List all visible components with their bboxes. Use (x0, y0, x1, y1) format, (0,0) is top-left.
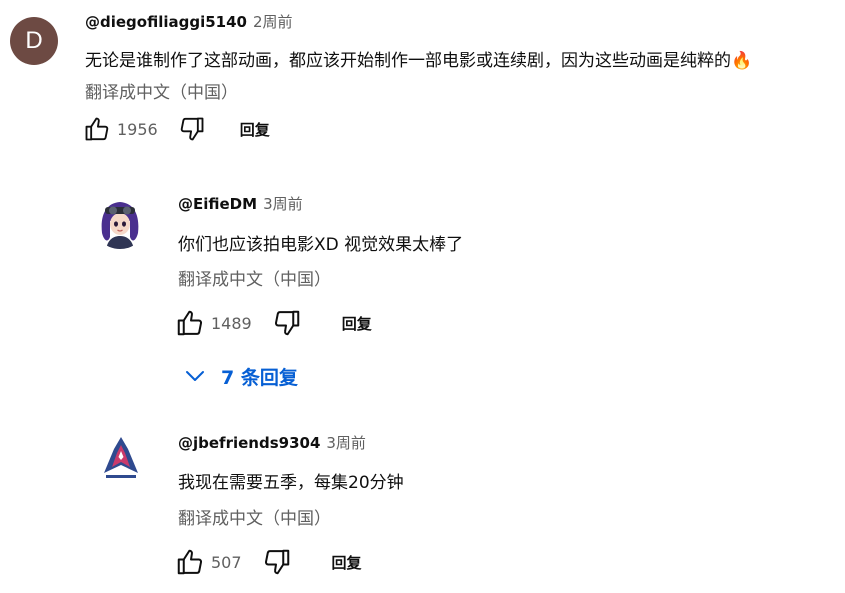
comment-header: @jbefriends9304 3周前 (178, 432, 366, 453)
translate-link[interactable]: 翻译成中文（中国） (178, 265, 331, 290)
dislike-icon[interactable] (272, 308, 302, 338)
translate-link[interactable]: 翻译成中文（中国） (85, 78, 238, 103)
comment-time[interactable]: 2周前 (253, 13, 293, 31)
comment-actions: 507 回复 (175, 548, 362, 576)
like-count: 1956 (117, 119, 158, 139)
like-icon[interactable] (83, 115, 111, 143)
comment-header: @EifieDM 3周前 (178, 193, 303, 214)
dislike-icon[interactable] (178, 115, 206, 143)
view-replies-label: 7 条回复 (221, 367, 298, 389)
avatar[interactable] (92, 193, 148, 249)
comment-time[interactable]: 3周前 (263, 195, 303, 213)
comment-text: 你们也应该拍电影XD 视觉效果太棒了 (178, 235, 464, 255)
comment-text: 无论是谁制作了这部动画，都应该开始制作一部电影或连续剧，因为这些动画是纯粹的🔥 (85, 51, 753, 71)
comment-text: 我现在需要五季，每集20分钟 (178, 473, 404, 493)
reply-button[interactable]: 回复 (332, 552, 362, 573)
avatar[interactable]: D (10, 17, 58, 65)
chevron-down-icon (185, 366, 205, 388)
like-icon[interactable] (175, 547, 205, 577)
like-count: 1489 (211, 313, 252, 333)
dislike-icon[interactable] (262, 547, 292, 577)
author-name[interactable]: @diegofiliaggi5140 (85, 13, 247, 31)
comment-header: @diegofiliaggi5140 2周前 (85, 11, 293, 32)
author-name[interactable]: @EifieDM (178, 195, 257, 213)
comment-time[interactable]: 3周前 (326, 434, 366, 452)
comment-actions: 1956 回复 (83, 115, 270, 143)
author-name[interactable]: @jbefriends9304 (178, 434, 320, 452)
comment-actions: 1489 回复 (175, 309, 372, 337)
translate-link[interactable]: 翻译成中文（中国） (178, 504, 331, 529)
avatar[interactable] (94, 431, 148, 485)
view-replies-button[interactable]: 7 条回复 (185, 363, 298, 390)
reply-button[interactable]: 回复 (240, 119, 270, 140)
like-count: 507 (211, 552, 242, 572)
reply-button[interactable]: 回复 (342, 313, 372, 334)
like-icon[interactable] (175, 308, 205, 338)
